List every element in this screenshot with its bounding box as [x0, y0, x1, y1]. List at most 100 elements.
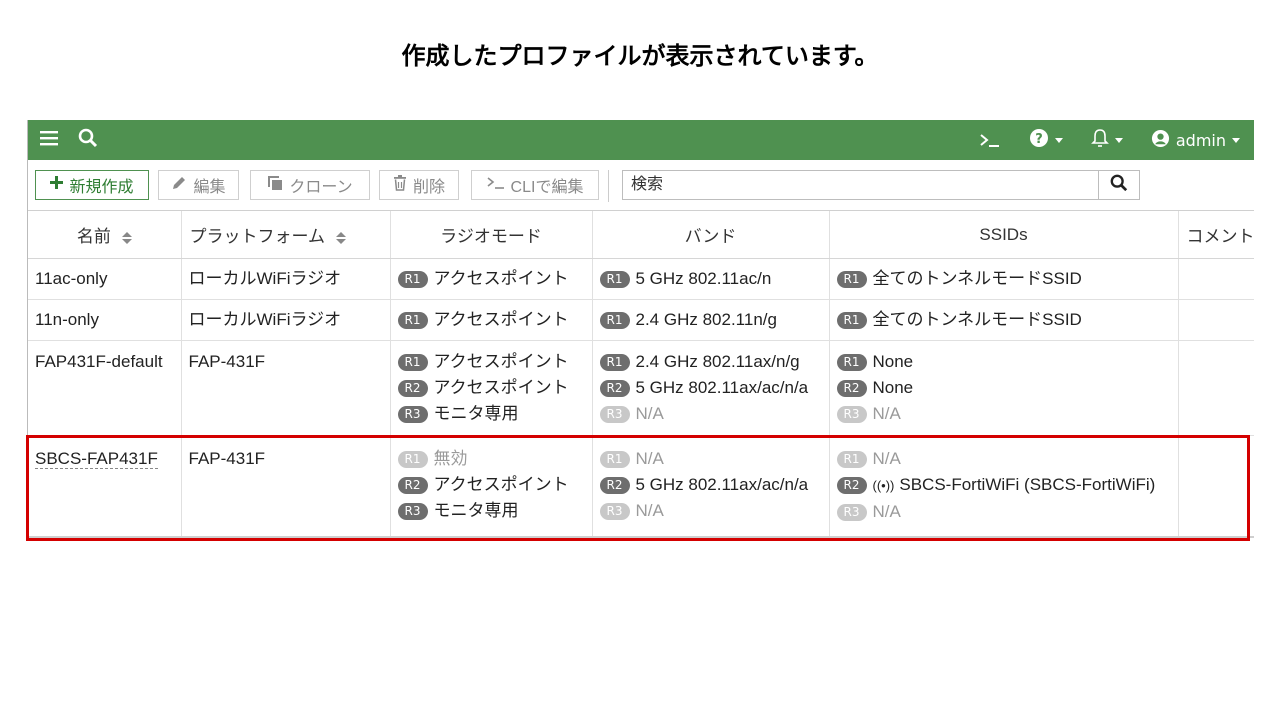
search-button[interactable] — [1098, 171, 1139, 199]
cell-platform: FAP-431F — [181, 340, 391, 436]
radio-entry: R1 アクセスポイント — [397, 349, 586, 375]
radio-badge: R2 — [599, 477, 630, 494]
radio-badge: R3 — [599, 503, 630, 520]
cell-comment — [1178, 435, 1254, 538]
radio-entry: R2 アクセスポイント — [397, 375, 586, 401]
table-row[interactable]: 11ac-only ローカルWiFiラジオ R1 アクセスポイント R1 5 GHz… — [28, 258, 1254, 300]
column-header-label: プラットフォーム — [189, 227, 326, 246]
radio-badge: R1 — [397, 271, 428, 288]
radio-mode-value: アクセスポイント — [433, 352, 569, 371]
column-header-label: SSIDs — [979, 224, 1028, 244]
cell-ssids: R1 全てのトンネルモードSSID — [829, 299, 1179, 341]
chevron-down-icon — [1054, 137, 1063, 143]
ssid-value: N/A — [872, 502, 901, 521]
radio-entry: R2 ((•)) SBCS-FortiWiFi (SBCS-FortiWiFi) — [836, 472, 1172, 499]
menu-icon[interactable] — [40, 130, 58, 150]
notifications-menu[interactable] — [1090, 128, 1123, 152]
create-new-button[interactable]: 新規作成 — [35, 170, 149, 200]
search-icon[interactable] — [78, 128, 98, 152]
edit-in-cli-label: CLIで編集 — [510, 179, 584, 196]
table-toolbar: 新規作成 編集 クローン 削除 CLIで編集 — [28, 160, 1254, 211]
chevron-down-icon — [1232, 137, 1240, 143]
column-header-radio-mode[interactable]: ラジオモード — [390, 211, 593, 259]
band-value: 5 GHz 802.11ax/ac/n/a — [635, 378, 809, 397]
radio-entry: R1 アクセスポイント — [397, 266, 586, 292]
radio-mode-value: アクセスポイント — [433, 310, 569, 329]
plus-icon — [50, 176, 64, 194]
slide-title: 作成したプロファイルが表示されています。 — [401, 42, 879, 70]
profile-name-link[interactable]: SBCS-FAP431F — [35, 449, 158, 469]
ssid-value: N/A — [872, 404, 901, 423]
table-row[interactable]: SBCS-FAP431F FAP-431F R1 無効 R2 アクセスポイント R3… — [28, 435, 1254, 538]
cell-comment — [1178, 258, 1254, 300]
band-value: N/A — [635, 404, 664, 423]
band-value: 5 GHz 802.11ac/n — [635, 269, 772, 288]
table-row[interactable]: FAP431F-default FAP-431F R1 アクセスポイント R2 アク… — [28, 340, 1254, 436]
ssid-value: None — [872, 352, 914, 371]
ssid-value: 全てのトンネルモードSSID — [872, 310, 1082, 329]
radio-mode-value: アクセスポイント — [433, 269, 569, 288]
column-header-name[interactable]: 名前 — [28, 211, 182, 259]
chevron-down-icon — [1114, 137, 1123, 143]
cell-platform: FAP-431F — [181, 435, 391, 538]
table-header-row: 名前 プラットフォーム ラジオモード バンド SSIDs コメント — [28, 211, 1254, 259]
cell-name: FAP431F-default — [28, 340, 182, 436]
radio-entry: R1 2.4 GHz 802.11ax/n/g — [599, 349, 823, 375]
column-header-band[interactable]: バンド — [592, 211, 830, 259]
column-header-ssids[interactable]: SSIDs — [829, 211, 1179, 259]
radio-mode-value: 無効 — [433, 449, 468, 468]
band-value: N/A — [635, 449, 664, 468]
radio-entry: R1 5 GHz 802.11ac/n — [599, 266, 823, 292]
cli-console-icon[interactable] — [979, 132, 1001, 148]
cell-radio-mode: R1 アクセスポイント — [390, 258, 593, 300]
radio-badge: R1 — [397, 451, 428, 468]
column-header-platform[interactable]: プラットフォーム — [181, 211, 391, 259]
radio-entry: R1 無効 — [397, 446, 586, 472]
radio-badge: R1 — [836, 271, 867, 288]
cell-platform: ローカルWiFiラジオ — [181, 299, 391, 341]
cell-name: 11ac-only — [28, 258, 182, 300]
user-menu[interactable]: admin — [1151, 129, 1240, 152]
cell-platform: ローカルWiFiラジオ — [181, 258, 391, 300]
column-header-label: 名前 — [76, 227, 111, 246]
radio-badge: R1 — [397, 312, 428, 329]
band-value: 2.4 GHz 802.11ax/n/g — [635, 352, 800, 371]
radio-badge: R1 — [599, 354, 630, 371]
radio-badge: R1 — [836, 354, 867, 371]
wifi-profiles-table: 名前 プラットフォーム ラジオモード バンド SSIDs コメント 11ac-o… — [28, 211, 1254, 538]
edit-button[interactable]: 編集 — [158, 170, 239, 200]
column-header-label: ラジオモード — [440, 227, 542, 246]
edit-in-cli-button[interactable]: CLIで編集 — [471, 170, 599, 200]
radio-badge: R1 — [599, 451, 630, 468]
column-header-comment[interactable]: コメント — [1178, 211, 1254, 259]
radio-badge: R3 — [397, 406, 428, 423]
radio-entry: R1 アクセスポイント — [397, 307, 586, 333]
radio-entry: R2 アクセスポイント — [397, 472, 586, 498]
radio-badge: R2 — [836, 380, 867, 397]
radio-entry: R1 N/A — [836, 446, 1172, 472]
table-row[interactable]: 11n-only ローカルWiFiラジオ R1 アクセスポイント R1 2.4 GH… — [28, 299, 1254, 341]
cell-comment — [1178, 340, 1254, 436]
sort-icon — [121, 231, 132, 244]
fortigate-window: ? admin 新規作成 編集 クローン 削除 CLIで編集 検索 名前 プラッ… — [27, 120, 1254, 540]
trash-icon — [393, 174, 407, 196]
help-menu[interactable]: ? — [1029, 128, 1063, 152]
radio-badge: R1 — [599, 271, 630, 288]
radio-mode-value: モニタ専用 — [433, 404, 519, 423]
search-input[interactable] — [623, 171, 1109, 199]
search-box — [622, 170, 1140, 200]
radio-entry: R3 N/A — [836, 499, 1172, 525]
radio-badge: R2 — [836, 477, 867, 494]
clone-button[interactable]: クローン — [250, 170, 370, 200]
clone-icon — [267, 175, 283, 196]
radio-entry: R1 2.4 GHz 802.11n/g — [599, 307, 823, 333]
clone-label: クローン — [289, 179, 353, 196]
cell-band: R1 N/A R2 5 GHz 802.11ax/ac/n/a R3 N/A — [592, 435, 830, 538]
bell-icon — [1090, 128, 1109, 152]
radio-badge: R1 — [836, 312, 867, 329]
delete-button[interactable]: 削除 — [379, 170, 459, 200]
radio-badge: R1 — [836, 451, 867, 468]
create-new-label: 新規作成 — [69, 179, 134, 196]
band-value: N/A — [635, 501, 664, 520]
radio-entry: R1 N/A — [599, 446, 823, 472]
